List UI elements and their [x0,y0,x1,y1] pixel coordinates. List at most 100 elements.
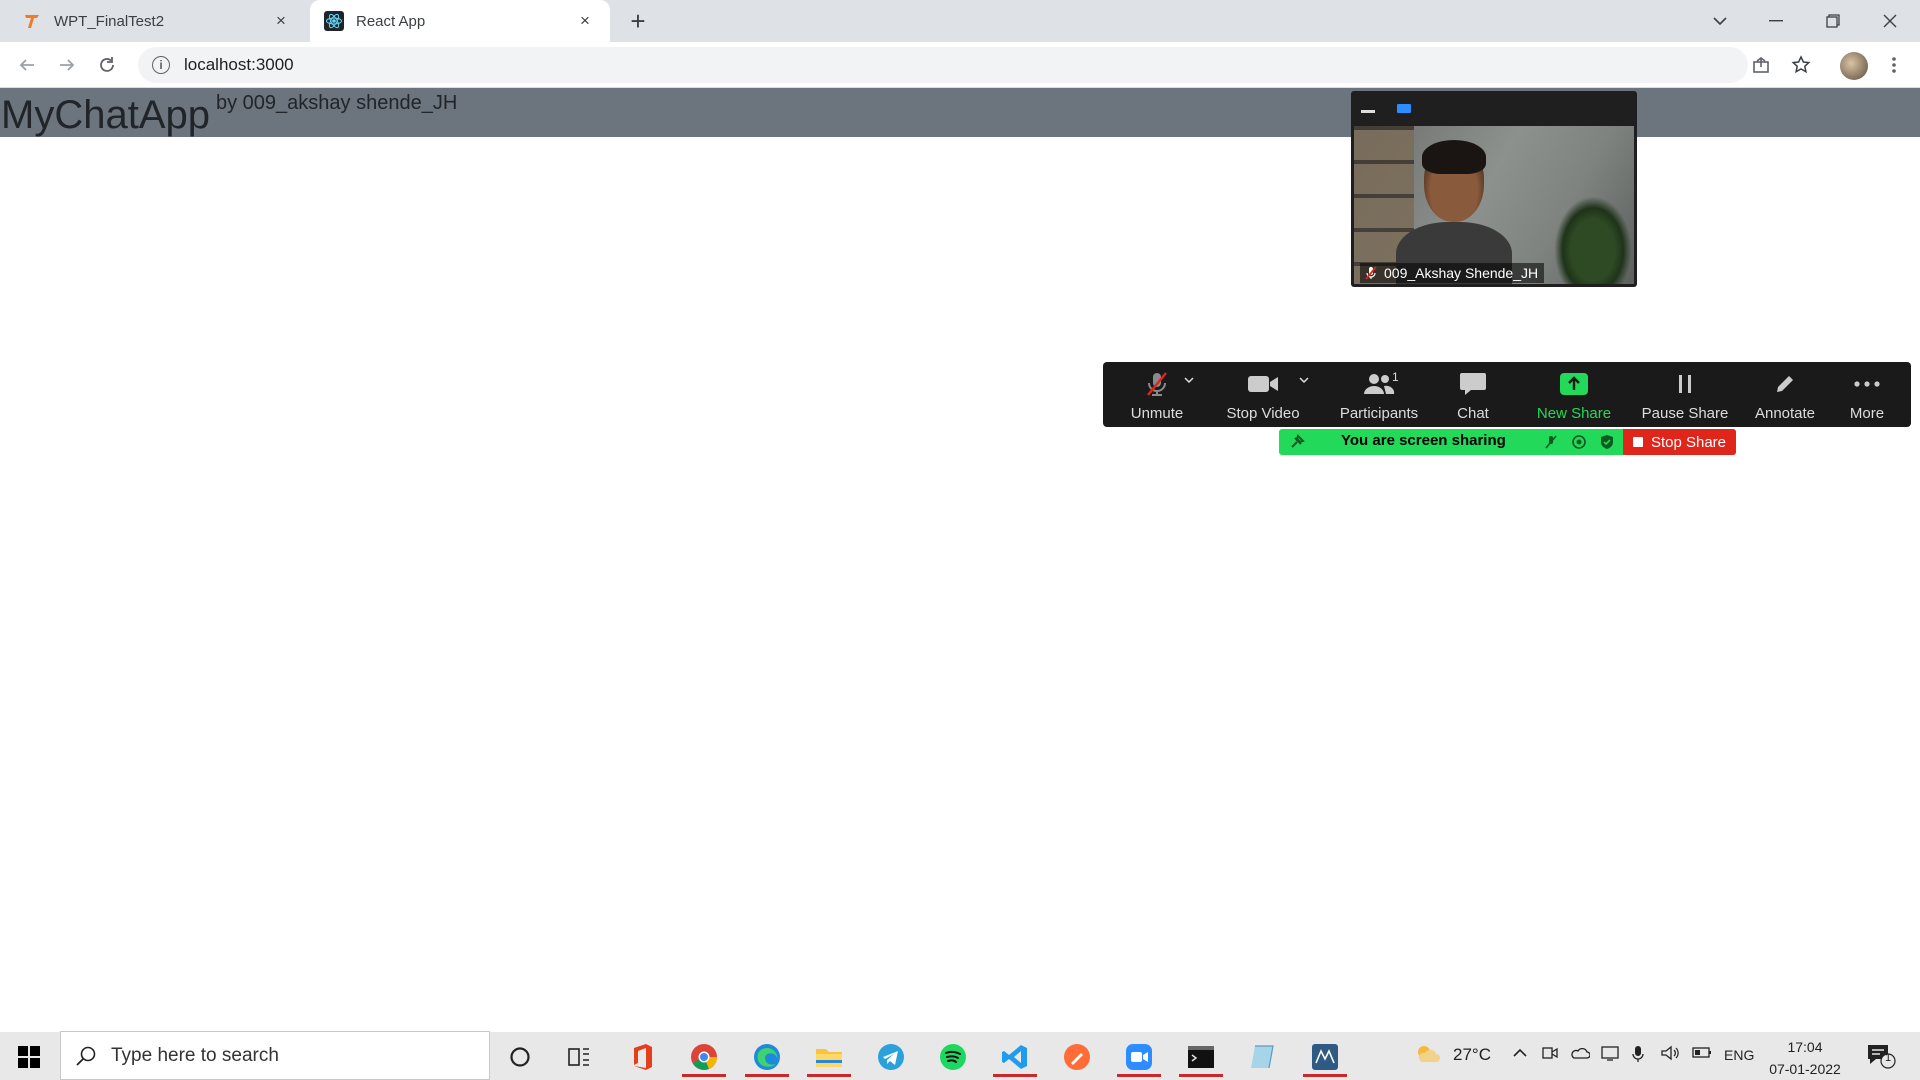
participant-name: 009_Akshay Shende_JH [1384,265,1539,281]
search-placeholder: Type here to search [111,1044,279,1066]
muted-mic-icon [1365,266,1377,280]
chrome-icon[interactable] [680,1037,728,1077]
mysql-workbench-icon[interactable] [1301,1037,1349,1077]
postman-icon[interactable] [1053,1037,1101,1077]
display-icon[interactable] [1601,1045,1619,1066]
unmute-button[interactable]: Unmute [1117,362,1197,427]
pause-share-button[interactable]: Pause Share [1635,362,1735,427]
app-byline: by 009_akshay shende_JH [216,92,458,114]
running-indicator [807,1074,851,1077]
weather-icon[interactable] [1414,1042,1440,1069]
sharing-status-text: You are screen sharing [1341,432,1506,449]
chevron-down-icon[interactable] [1184,374,1194,386]
task-view-icon[interactable] [555,1037,603,1077]
kebab-menu-icon[interactable] [1879,50,1909,80]
forward-arrow-icon[interactable] [52,50,82,80]
running-indicator [993,1074,1037,1077]
stop-square-icon [1632,437,1643,447]
stop-share-label: Stop Share [1650,433,1727,451]
edge-icon[interactable] [743,1037,791,1077]
share-screen-icon [1557,370,1591,398]
chevron-down-icon[interactable] [1299,374,1309,386]
language-indicator[interactable]: ENG [1724,1047,1754,1063]
tab-strip: WPT_FinalTest2 × React App × + [0,0,1920,42]
zoom-video-window[interactable]: 009_Akshay Shende_JH [1351,91,1637,287]
info-icon[interactable]: i [152,56,170,74]
running-indicator [682,1074,726,1077]
file-explorer-icon[interactable] [805,1037,853,1077]
volume-icon[interactable] [1660,1045,1680,1066]
participant-name-tag: 009_Akshay Shende_JH [1360,263,1545,283]
tab-react-app[interactable]: React App × [310,0,610,42]
pencil-icon [1768,370,1802,398]
stop-share-button[interactable]: Stop Share [1623,429,1736,455]
battery-icon[interactable] [1692,1045,1712,1064]
more-label: More [1849,405,1885,422]
close-icon[interactable]: × [574,11,596,31]
office-icon[interactable] [619,1037,667,1077]
stop-video-label: Stop Video [1226,405,1300,422]
search-icon [76,1046,96,1066]
chat-label: Chat [1457,405,1489,422]
address-bar[interactable]: i localhost:3000 [138,47,1748,83]
video-window-header [1351,91,1637,126]
t-logo-icon [22,11,42,31]
restore-button[interactable] [1805,0,1861,42]
notification-count: 1 [1885,1052,1892,1064]
spotify-icon[interactable] [929,1037,977,1077]
record-icon [1572,435,1586,449]
terminal-icon[interactable] [1177,1037,1225,1077]
telegram-icon[interactable] [867,1037,915,1077]
new-share-button[interactable]: New Share [1530,362,1618,427]
back-arrow-icon[interactable] [12,50,42,80]
minimize-video-icon[interactable] [1361,110,1375,113]
more-button[interactable]: More [1835,362,1899,427]
running-indicator [1179,1074,1223,1077]
chat-button[interactable]: Chat [1443,362,1503,427]
zoom-icon[interactable] [1115,1037,1163,1077]
taskbar-search-box[interactable]: Type here to search [60,1031,490,1080]
view-toggle-icon[interactable] [1397,104,1411,113]
running-indicator [1117,1074,1161,1077]
shield-icon [1601,435,1613,449]
meet-now-icon[interactable] [1542,1045,1558,1066]
minimize-button[interactable] [1748,0,1804,42]
participants-count: 1 [1392,370,1399,384]
url-text: localhost:3000 [184,55,294,74]
close-window-button[interactable] [1862,0,1918,42]
tab-wpt-finaltest2[interactable]: WPT_FinalTest2 × [8,0,306,42]
reload-icon[interactable] [92,50,122,80]
taskbar-clock[interactable]: 17:04 07-01-2022 [1762,1036,1848,1080]
share-icon[interactable] [1746,50,1776,80]
vscode-icon[interactable] [991,1037,1039,1077]
annotate-label: Annotate [1754,405,1816,422]
windows-start-icon[interactable] [18,1046,40,1068]
onedrive-icon[interactable] [1570,1045,1591,1064]
participants-button[interactable]: Participants [1331,362,1427,427]
notification-center-icon[interactable]: 1 [1866,1043,1896,1074]
bookmark-star-icon[interactable] [1786,50,1816,80]
microphone-icon[interactable] [1632,1045,1644,1068]
chat-bubble-icon [1456,370,1490,398]
muted-mic-icon [1545,435,1557,449]
cortana-icon[interactable] [496,1037,544,1077]
zoom-meeting-toolbar: Unmute Stop Video Participants 1 Chat Ne… [1103,362,1911,427]
new-share-label: New Share [1536,405,1612,422]
participants-icon [1362,370,1396,398]
weather-temperature: 27°C [1453,1045,1491,1064]
close-icon[interactable]: × [270,11,292,31]
screen-sharing-bar[interactable]: You are screen sharing Stop Share [1279,429,1736,455]
annotate-button[interactable]: Annotate [1747,362,1823,427]
app-title: MyChatApp [1,93,210,137]
react-icon [324,11,344,31]
snipping-tool-icon[interactable] [1239,1037,1287,1077]
new-tab-button[interactable]: + [624,6,652,37]
pin-icon[interactable] [1289,434,1305,450]
profile-avatar[interactable] [1840,52,1868,80]
running-indicator [745,1074,789,1077]
chevron-up-icon[interactable] [1512,1045,1528,1063]
stop-video-button[interactable]: Stop Video [1220,362,1306,427]
unmute-label: Unmute [1130,405,1184,422]
browser-toolbar: i localhost:3000 [0,42,1920,88]
tab-search-icon[interactable] [1692,0,1748,42]
